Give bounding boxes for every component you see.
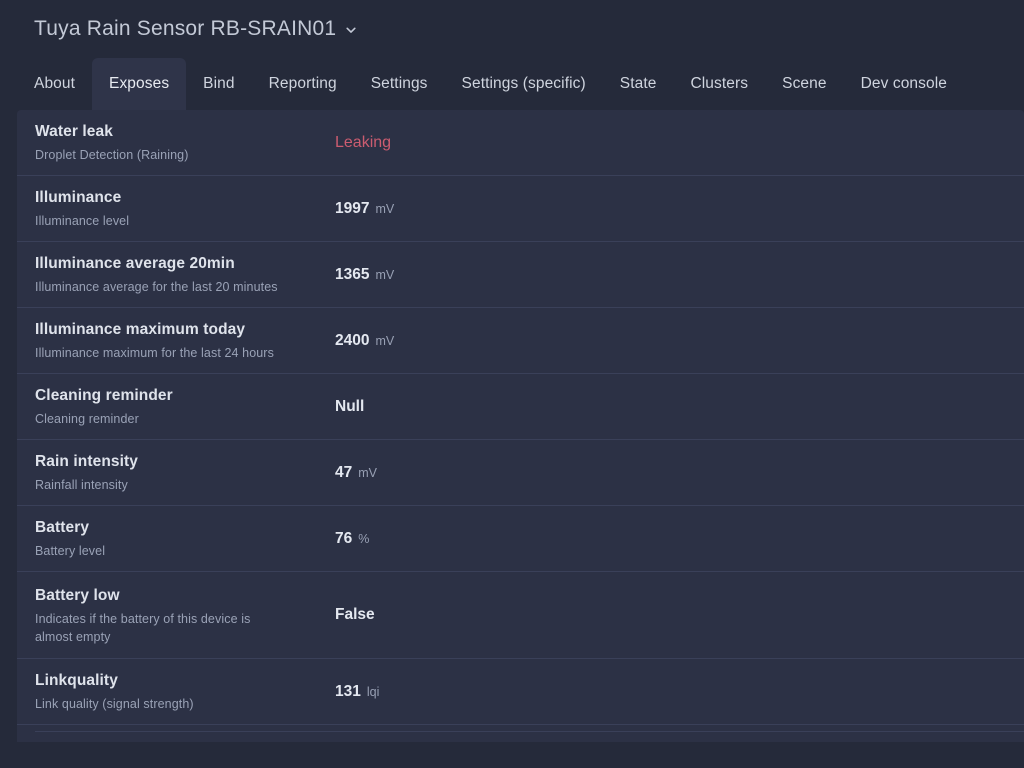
tab-reporting[interactable]: Reporting (252, 58, 354, 110)
expose-value-unit: mV (375, 202, 394, 216)
expose-value-text: 131 (335, 681, 361, 703)
expose-name: Illuminance average 20min (35, 253, 319, 275)
expose-value-text: 47 (335, 462, 352, 484)
expose-value: Leaking (335, 132, 1024, 154)
expose-value: Null (335, 396, 1024, 418)
expose-value: 76% (335, 528, 1024, 550)
expose-value-text: 1365 (335, 264, 369, 286)
tab-scene[interactable]: Scene (765, 58, 843, 110)
expose-row: Illuminance Illuminance level 1997 mV (17, 176, 1024, 242)
expose-name: Cleaning reminder (35, 385, 319, 407)
expose-name: Battery (35, 517, 319, 539)
expose-row: Cleaning reminder Cleaning reminder Null (17, 374, 1024, 440)
exposes-list: Water leak Droplet Detection (Raining) Lea… (17, 110, 1024, 725)
expose-name: Illuminance maximum today (35, 319, 319, 341)
tab-state[interactable]: State (603, 58, 674, 110)
expose-value: False (335, 604, 1024, 626)
expose-value-unit: mV (358, 466, 377, 480)
tab-about[interactable]: About (17, 58, 92, 110)
expose-value-text: Null (335, 396, 364, 418)
expose-label: Illuminance maximum today Illuminance max… (35, 308, 335, 373)
expose-value-unit: lqi (367, 685, 380, 699)
expose-description: Illuminance maximum for the last 24 hour… (35, 344, 285, 362)
expose-label: Cleaning reminder Cleaning reminder (35, 374, 335, 439)
expose-label: Battery low Indicates if the battery of t… (35, 574, 335, 657)
device-page: Tuya Rain Sensor RB-SRAIN01 AboutExposes… (0, 0, 1024, 768)
expose-value: 47 mV (335, 462, 1024, 484)
tab-clusters[interactable]: Clusters (673, 58, 765, 110)
expose-row: Battery Battery level 76% (17, 506, 1024, 572)
tab-bind[interactable]: Bind (186, 58, 251, 110)
expose-description: Rainfall intensity (35, 476, 285, 494)
page-header: Tuya Rain Sensor RB-SRAIN01 (0, 0, 1024, 57)
expose-value-text: 76 (335, 528, 352, 550)
exposes-card: Water leak Droplet Detection (Raining) Lea… (17, 110, 1024, 742)
expose-row: Illuminance average 20min Illuminance ave… (17, 242, 1024, 308)
expose-row: Rain intensity Rainfall intensity 47 mV (17, 440, 1024, 506)
expose-value-text: 2400 (335, 330, 369, 352)
status-badge: Leaking (335, 132, 391, 154)
expose-name: Battery low (35, 585, 319, 607)
expose-row: Illuminance maximum today Illuminance max… (17, 308, 1024, 374)
expose-description: Battery level (35, 542, 285, 560)
expose-value: 1365 mV (335, 264, 1024, 286)
expose-name: Linkquality (35, 670, 319, 692)
expose-description: Illuminance level (35, 212, 285, 230)
expose-value: 2400 mV (335, 330, 1024, 352)
expose-label: Battery Battery level (35, 506, 335, 571)
tab-settings-specific[interactable]: Settings (specific) (445, 58, 603, 110)
expose-name: Water leak (35, 121, 319, 143)
expose-label: Illuminance average 20min Illuminance ave… (35, 242, 335, 307)
expose-description: Cleaning reminder (35, 410, 285, 428)
tab-exposes[interactable]: Exposes (92, 58, 186, 110)
expose-description: Link quality (signal strength) (35, 695, 285, 713)
expose-row: Battery low Indicates if the battery of t… (17, 572, 1024, 659)
expose-name: Rain intensity (35, 451, 319, 473)
expose-value-text: 1997 (335, 198, 369, 220)
expose-row: Linkquality Link quality (signal strength… (17, 659, 1024, 725)
expose-description: Droplet Detection (Raining) (35, 146, 285, 164)
card-footer-divider (35, 731, 1024, 732)
expose-description: Illuminance average for the last 20 minu… (35, 278, 285, 296)
expose-label: Illuminance Illuminance level (35, 176, 335, 241)
expose-label: Linkquality Link quality (signal strength… (35, 659, 335, 724)
expose-value-text: False (335, 604, 375, 626)
device-title-dropdown[interactable]: Tuya Rain Sensor RB-SRAIN01 (34, 17, 357, 41)
chevron-down-icon[interactable] (345, 24, 357, 36)
expose-row: Water leak Droplet Detection (Raining) Lea… (17, 110, 1024, 176)
tab-dev-console[interactable]: Dev console (844, 58, 964, 110)
expose-value-unit: % (358, 532, 369, 546)
expose-description: Indicates if the battery of this device … (35, 610, 285, 646)
page-title: Tuya Rain Sensor RB-SRAIN01 (34, 17, 336, 41)
expose-value-unit: mV (375, 268, 394, 282)
tab-settings[interactable]: Settings (354, 58, 445, 110)
expose-value: 131 lqi (335, 681, 1024, 703)
expose-label: Rain intensity Rainfall intensity (35, 440, 335, 505)
expose-name: Illuminance (35, 187, 319, 209)
expose-label: Water leak Droplet Detection (Raining) (35, 110, 335, 175)
expose-value: 1997 mV (335, 198, 1024, 220)
tab-bar: AboutExposesBindReportingSettingsSetting… (0, 57, 1024, 110)
expose-value-unit: mV (375, 334, 394, 348)
